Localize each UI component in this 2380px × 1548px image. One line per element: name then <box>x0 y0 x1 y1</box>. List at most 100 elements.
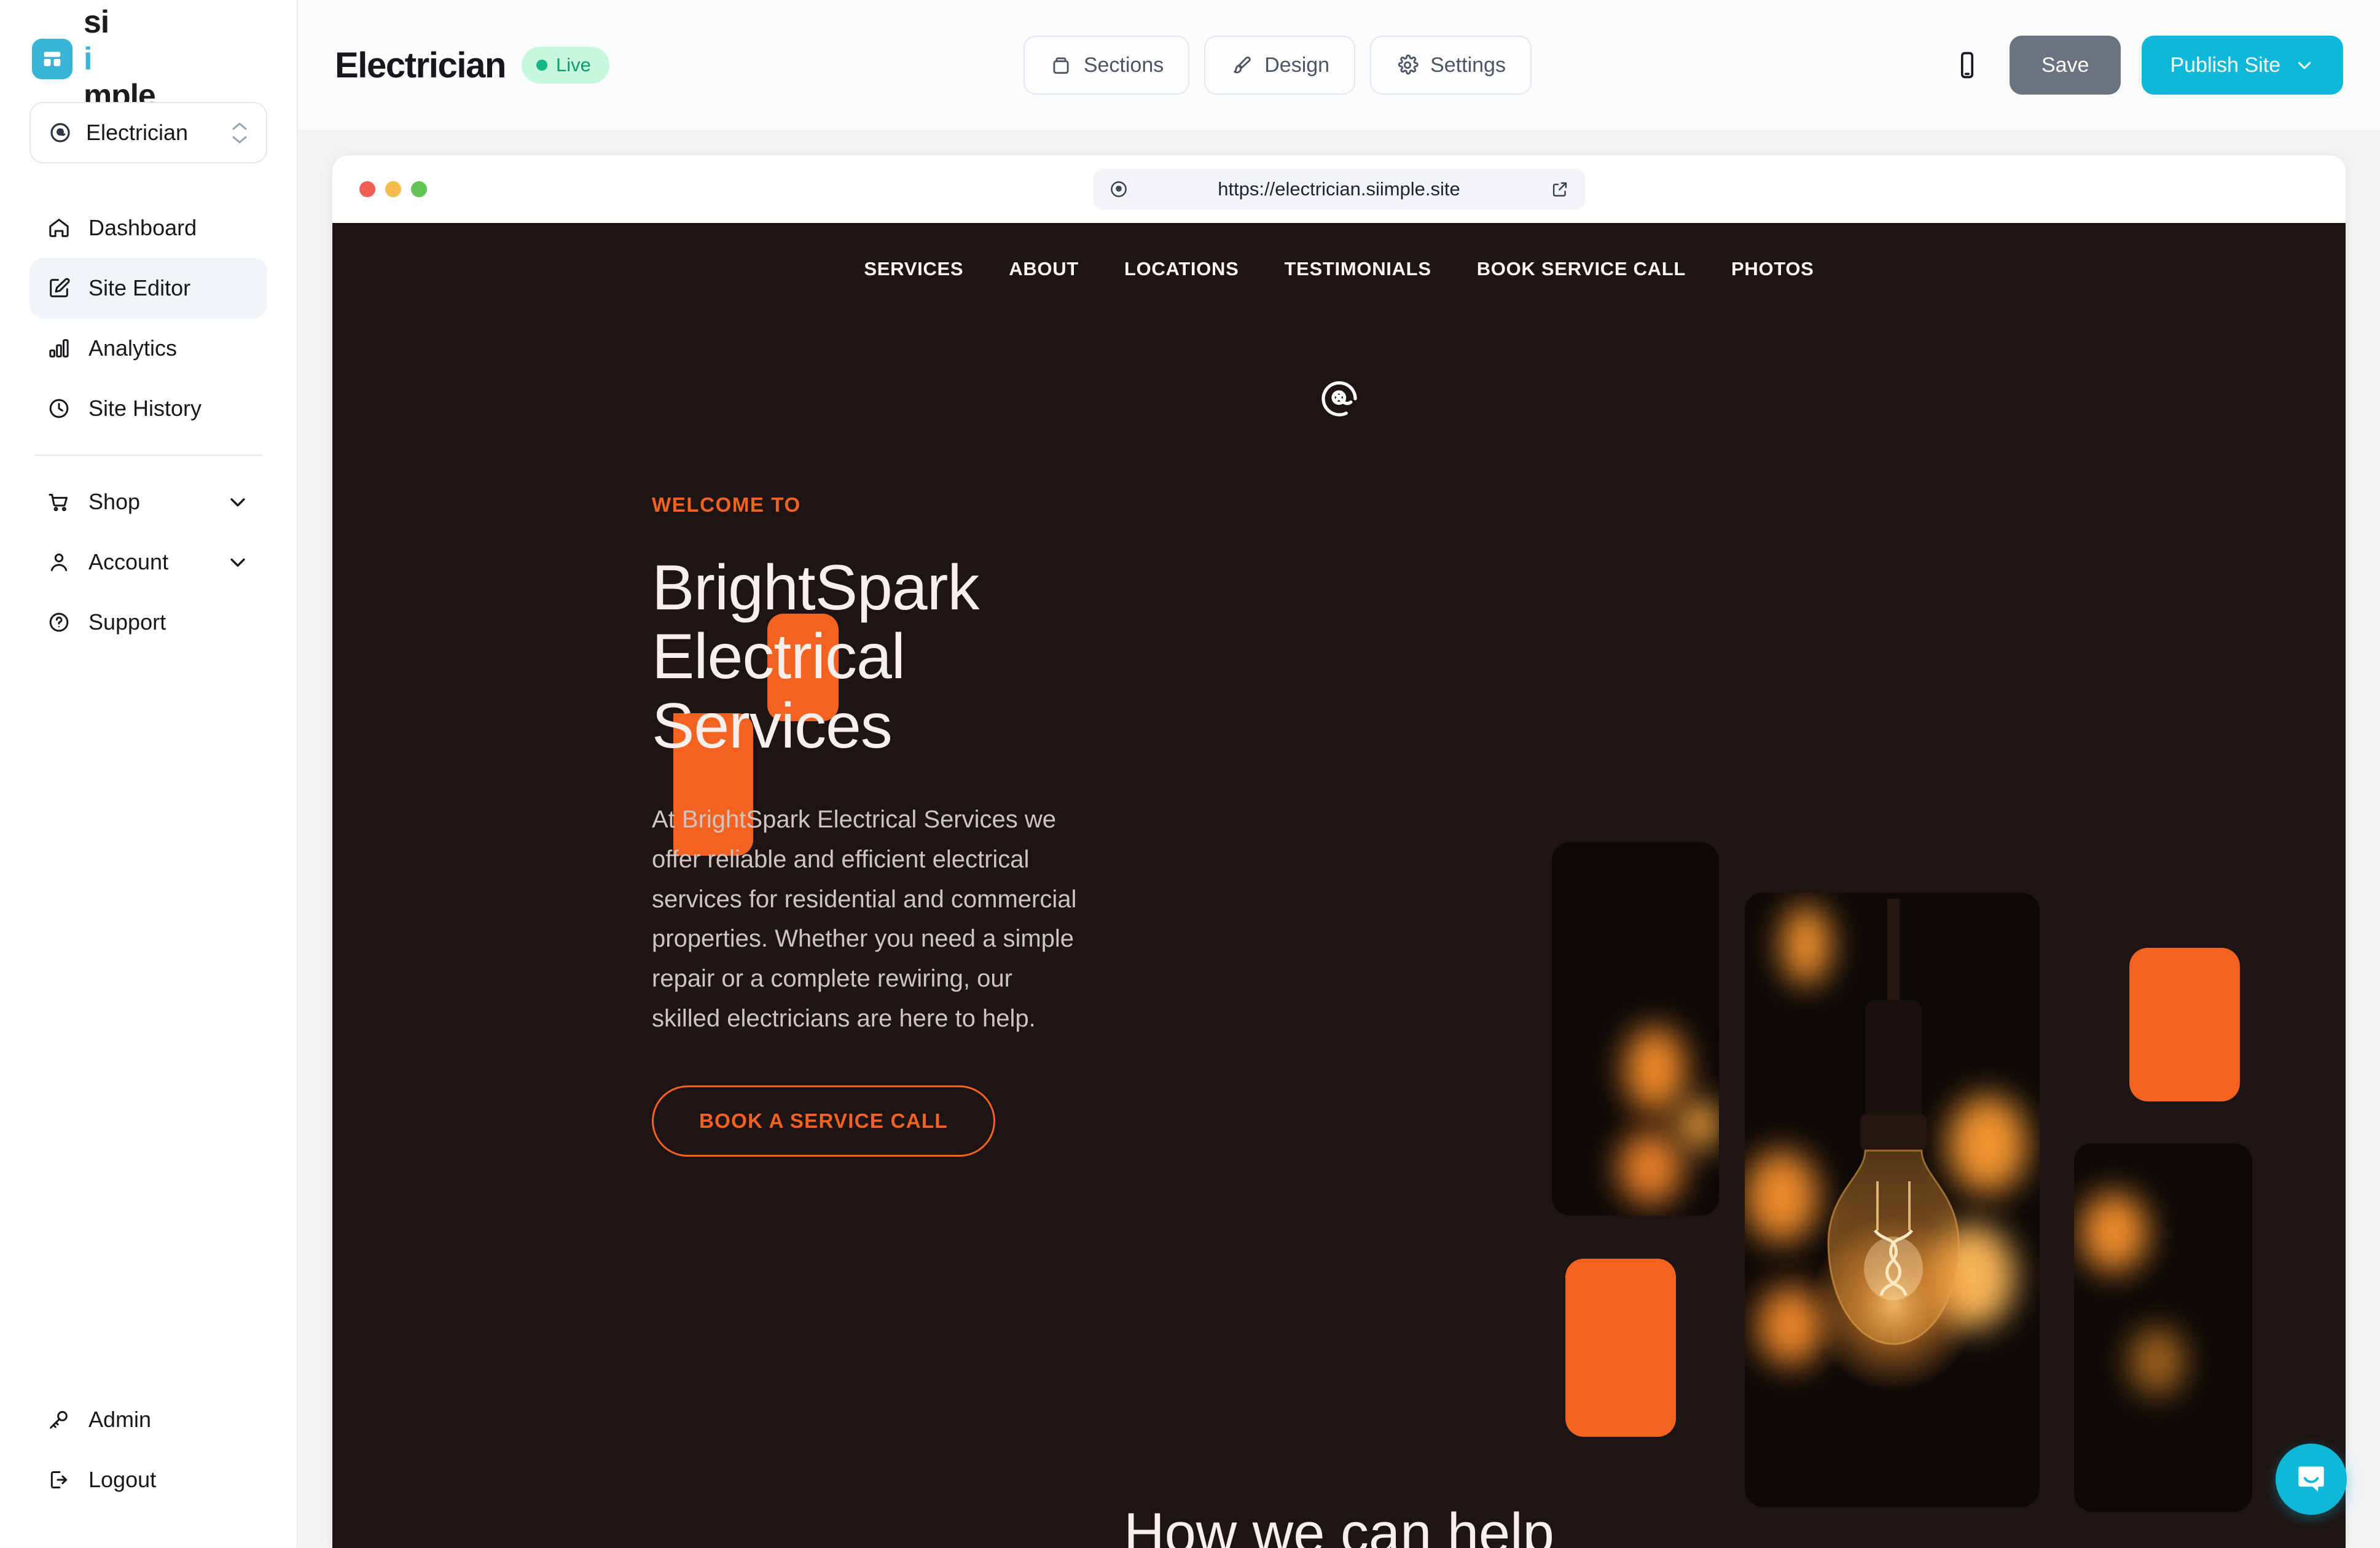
sidebar-item-label: Account <box>88 549 169 574</box>
main-area: Electrician Live Sections Design Setting… <box>298 0 2380 1548</box>
collage-photo-panel <box>2074 1143 2252 1512</box>
chat-widget-button[interactable] <box>2276 1444 2347 1515</box>
sidebar-item-label: Admin <box>88 1407 152 1432</box>
decorative-block <box>1565 1259 1676 1437</box>
sidebar-nav: Dashboard Site Editor Analytics Site His… <box>29 198 267 652</box>
logout-icon <box>45 1466 72 1493</box>
browser-frame: https://electrician.siimple.site SERVICE… <box>332 155 2346 1548</box>
editor-toolbar: Sections Design Settings <box>609 36 1946 95</box>
publish-site-button[interactable]: Publish Site <box>2142 36 2343 95</box>
tab-sections[interactable]: Sections <box>1023 36 1190 95</box>
sidebar-item-analytics[interactable]: Analytics <box>29 318 267 378</box>
sidebar-item-label: Logout <box>88 1467 157 1492</box>
sidebar-divider <box>34 455 262 456</box>
plug-circle-icon <box>1110 181 1127 197</box>
user-icon <box>45 549 72 576</box>
sidebar-item-site-history[interactable]: Site History <box>29 378 267 439</box>
plug-circle-icon <box>47 119 74 146</box>
shopping-cart-icon <box>45 488 72 515</box>
chevron-updown-icon[interactable] <box>229 121 250 145</box>
box-icon <box>1053 57 1069 74</box>
site-nav-item-locations[interactable]: LOCATIONS <box>1124 258 1239 280</box>
hero-text-column: WELCOME TO BrightSpark Electrical Servic… <box>332 493 1106 1157</box>
paintbrush-icon <box>1234 57 1251 74</box>
gear-icon <box>1398 54 1419 75</box>
chat-bubble-icon <box>2298 1466 2324 1492</box>
chevron-down-icon <box>2298 61 2311 69</box>
hero-eyebrow: WELCOME TO <box>652 493 801 516</box>
site-preview-canvas: SERVICES ABOUT LOCATIONS TESTIMONIALS BO… <box>332 223 2346 1548</box>
sidebar-item-label: Support <box>88 609 166 635</box>
external-link-icon <box>1552 182 1567 197</box>
next-section-heading: How we can help <box>1124 1502 1554 1548</box>
sidebar-item-shop[interactable]: Shop <box>29 472 267 532</box>
mobile-preview-button[interactable] <box>1946 44 1989 87</box>
sidebar-item-logout[interactable]: Logout <box>29 1450 267 1510</box>
preview-wrapper: https://electrician.siimple.site SERVICE… <box>298 131 2380 1548</box>
sidebar: si i mple Electrician Dashboard Site Edi… <box>0 0 298 1548</box>
key-icon <box>45 1406 72 1433</box>
mobile-phone-icon <box>1960 52 1974 79</box>
sidebar-item-admin[interactable]: Admin <box>29 1390 267 1450</box>
sidebar-bottom-nav: Admin Logout <box>29 1390 267 1548</box>
chevron-down-icon[interactable] <box>224 488 251 515</box>
lightbulb-photo <box>2074 1143 2252 1512</box>
sidebar-item-label: Shop <box>88 489 141 514</box>
site-nav-item-about[interactable]: ABOUT <box>1009 258 1079 280</box>
sidebar-item-label: Analytics <box>88 335 178 361</box>
save-button[interactable]: Save <box>2009 36 2121 95</box>
sidebar-item-account[interactable]: Account <box>29 532 267 592</box>
site-selector[interactable]: Electrician <box>29 102 267 163</box>
browser-chrome: https://electrician.siimple.site <box>332 155 2346 223</box>
address-bar-url: https://electrician.siimple.site <box>1218 178 1460 200</box>
hero-cta-button[interactable]: BOOK A SERVICE CALL <box>652 1085 995 1157</box>
sidebar-item-label: Site Editor <box>88 275 191 300</box>
minimize-dot-icon[interactable] <box>385 181 401 197</box>
status-badge-label: Live <box>555 54 591 76</box>
bokeh-blob <box>2129 1327 2185 1395</box>
status-badge: Live <box>521 47 609 84</box>
tab-settings-label: Settings <box>1430 53 1506 77</box>
sidebar-item-dashboard[interactable]: Dashboard <box>29 198 267 258</box>
siimple-logo-icon <box>32 39 72 79</box>
hero-title-line1: BrightSpark <box>652 552 979 624</box>
tab-settings[interactable]: Settings <box>1370 36 1532 95</box>
hero-paragraph: At BrightSpark Electrical Services we of… <box>652 805 1077 1032</box>
question-circle-icon <box>45 609 72 636</box>
chevron-down-icon[interactable] <box>224 549 251 576</box>
clock-icon <box>45 395 72 422</box>
publish-site-label: Publish Site <box>2170 53 2280 77</box>
top-bar: Electrician Live Sections Design Setting… <box>298 0 2380 131</box>
maximize-dot-icon[interactable] <box>411 181 427 197</box>
hero-title: BrightSpark Electrical Services <box>652 553 1106 760</box>
hero-section: WELCOME TO BrightSpark Electrical Servic… <box>332 315 2346 1157</box>
brand-logo[interactable]: si i mple <box>29 0 267 114</box>
status-dot-icon <box>536 60 547 71</box>
sidebar-item-site-editor[interactable]: Site Editor <box>29 258 267 318</box>
brand-name-accent: i <box>84 41 92 77</box>
bokeh-blob <box>2080 1192 2148 1272</box>
hero-title-line2: Electrical Services <box>652 621 906 762</box>
top-actions: Save Publish Site <box>1946 36 2343 95</box>
site-nav-item-photos[interactable]: PHOTOS <box>1731 258 1814 280</box>
sidebar-item-support[interactable]: Support <box>29 592 267 652</box>
site-nav-item-testimonials[interactable]: TESTIMONIALS <box>1285 258 1431 280</box>
home-icon <box>45 214 72 241</box>
sidebar-item-label: Site History <box>88 396 202 421</box>
traffic-lights <box>359 181 427 197</box>
bar-chart-icon <box>45 335 72 362</box>
sidebar-item-label: Dashboard <box>88 215 197 240</box>
tab-sections-label: Sections <box>1083 53 1164 77</box>
close-dot-icon[interactable] <box>359 181 375 197</box>
pencil-square-icon <box>45 275 72 302</box>
tab-design-label: Design <box>1264 53 1330 77</box>
address-bar[interactable]: https://electrician.siimple.site <box>1093 169 1585 209</box>
brand-name: si i mple <box>84 4 156 114</box>
site-nav-item-book-service-call[interactable]: BOOK SERVICE CALL <box>1477 258 1686 280</box>
site-selector-value: Electrician <box>86 120 189 145</box>
site-nav-item-services[interactable]: SERVICES <box>864 258 963 280</box>
site-logo-icon <box>1314 373 1364 427</box>
tab-design[interactable]: Design <box>1204 36 1356 95</box>
app-root: si i mple Electrician Dashboard Site Edi… <box>0 0 2380 1548</box>
